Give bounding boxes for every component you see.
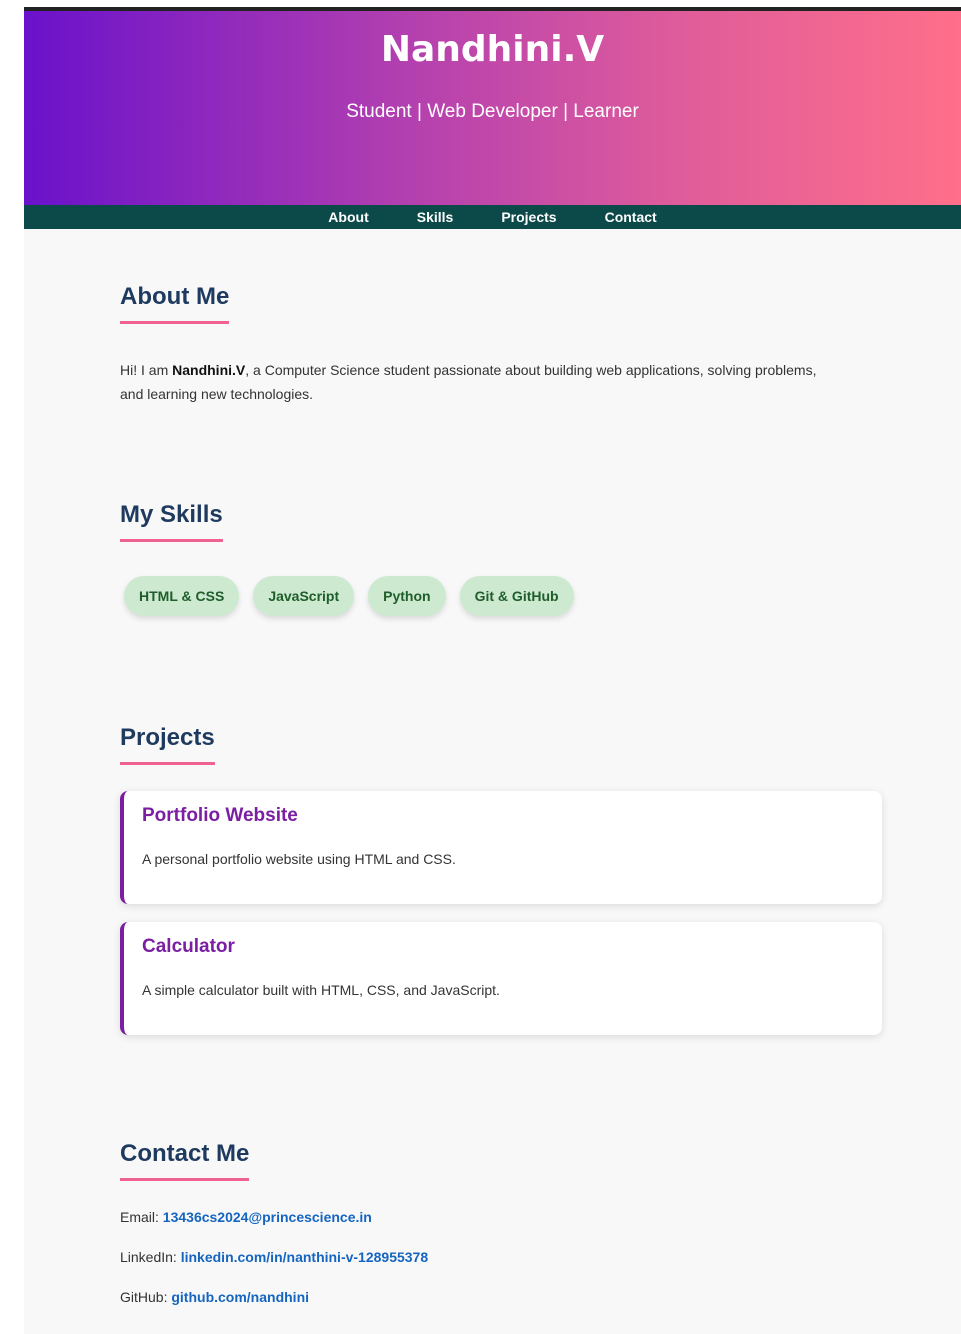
site-title: Nandhini.V	[380, 29, 605, 70]
email-label: Email:	[120, 1209, 163, 1225]
linkedin-label: LinkedIn:	[120, 1249, 181, 1265]
project-card: Calculator A simple calculator built wit…	[120, 922, 882, 1035]
nav-link-contact[interactable]: Contact	[605, 209, 657, 225]
github-label: GitHub:	[120, 1289, 172, 1305]
github-link[interactable]: github.com/nandhini	[171, 1289, 309, 1305]
project-description: A personal portfolio website using HTML …	[142, 851, 456, 867]
about-section: About Me Hi! I am Nandhini.V, a Computer…	[120, 283, 890, 406]
skills-list: HTML & CSS JavaScript Python Git & GitHu…	[120, 576, 890, 616]
top-border	[24, 7, 961, 11]
linkedin-link[interactable]: linkedin.com/in/nanthini-v-128955378	[181, 1249, 428, 1265]
contact-email-line: Email: 13436cs2024@princescience.in	[120, 1209, 890, 1249]
about-heading: About Me	[120, 283, 230, 324]
project-title: Calculator	[142, 936, 235, 957]
projects-heading: Projects	[120, 724, 215, 765]
project-title: Portfolio Website	[142, 805, 298, 826]
contact-github-line: GitHub: github.com/nandhini	[120, 1289, 890, 1329]
contact-linkedin-line: LinkedIn: linkedin.com/in/nanthini-v-128…	[120, 1249, 890, 1289]
site-header: Nandhini.V Student | Web Developer | Lea…	[24, 11, 961, 205]
nav-link-about[interactable]: About	[328, 209, 368, 225]
nav-link-skills[interactable]: Skills	[417, 209, 454, 225]
projects-list: Portfolio Website A personal portfolio w…	[120, 791, 890, 1035]
about-intro: Hi! I am	[120, 362, 173, 378]
contact-list: Email: 13436cs2024@princescience.in Link…	[120, 1209, 890, 1329]
skills-heading: My Skills	[120, 501, 223, 542]
main-nav: About Skills Projects Contact	[24, 205, 961, 229]
skill-badge: Git & GitHub	[459, 576, 574, 616]
skill-badge: Python	[368, 576, 446, 616]
skills-section: My Skills HTML & CSS JavaScript Python G…	[120, 501, 890, 616]
contact-heading: Contact Me	[120, 1140, 250, 1181]
portfolio-page: Nandhini.V Student | Web Developer | Lea…	[24, 7, 961, 1334]
project-description: A simple calculator built with HTML, CSS…	[142, 982, 500, 998]
about-name: Nandhini.V	[172, 362, 246, 378]
contact-section: Contact Me Email: 13436cs2024@princescie…	[120, 1140, 890, 1329]
skill-badge: JavaScript	[253, 576, 355, 616]
about-text: Hi! I am Nandhini.V, a Computer Science …	[120, 358, 840, 406]
site-tagline: Student | Web Developer | Learner	[346, 101, 639, 122]
email-link[interactable]: 13436cs2024@princescience.in	[163, 1209, 372, 1225]
nav-link-projects[interactable]: Projects	[501, 209, 556, 225]
skill-badge: HTML & CSS	[124, 576, 240, 616]
project-card: Portfolio Website A personal portfolio w…	[120, 791, 882, 904]
projects-section: Projects Portfolio Website A personal po…	[120, 724, 890, 1053]
